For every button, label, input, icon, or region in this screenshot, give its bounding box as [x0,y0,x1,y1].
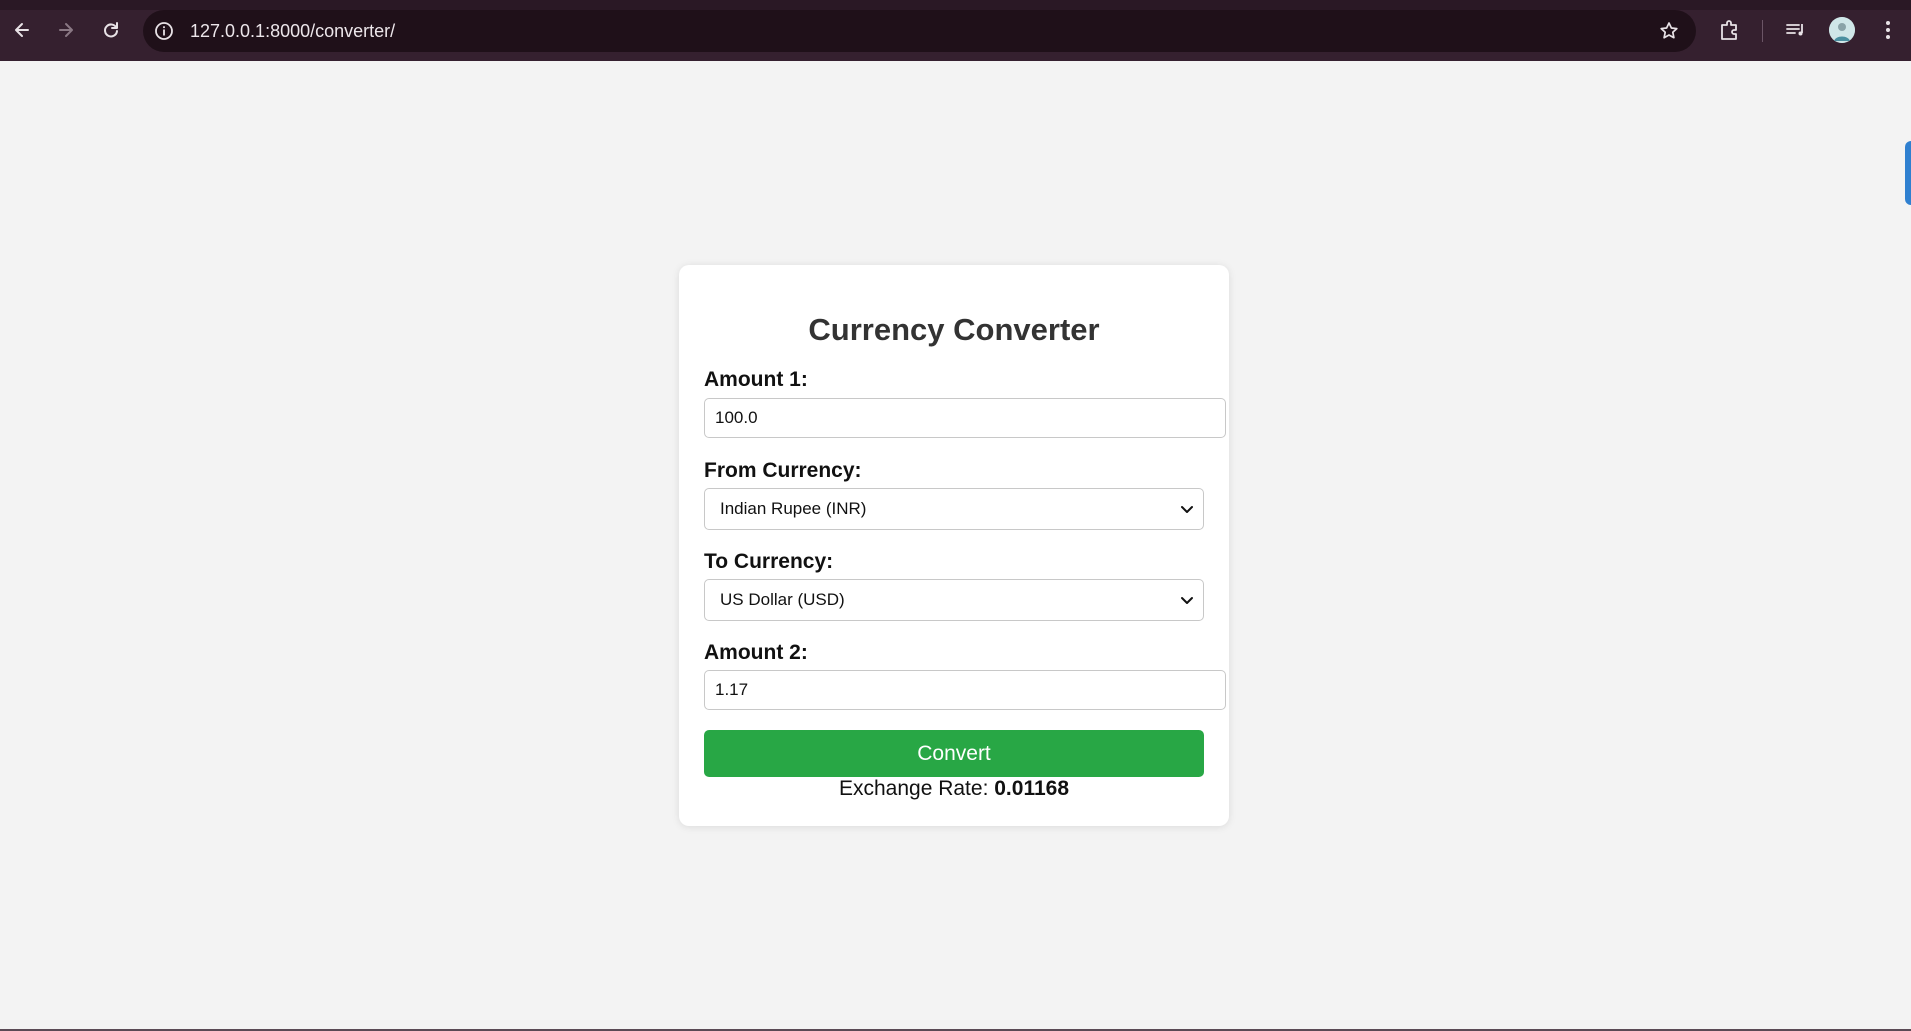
avatar[interactable] [1829,17,1855,43]
to-currency-label: To Currency: [704,550,834,573]
media-controls-icon[interactable] [1783,17,1809,43]
url-text[interactable]: 127.0.0.1:8000/converter/ [190,21,395,42]
convert-button-label: Convert [917,741,991,765]
amount1-label: Amount 1: [704,368,808,391]
amount1-value: 100.0 [715,408,758,427]
address-bar[interactable]: 127.0.0.1:8000/converter/ [143,10,1696,52]
page-title: Currency Converter [808,312,1100,347]
toolbar-divider [1762,20,1763,42]
star-icon[interactable] [1658,20,1680,42]
forward-button[interactable] [51,15,81,45]
kebab-menu-icon[interactable] [1875,17,1901,43]
from-currency-value: Indian Rupee (INR) [720,499,867,518]
forward-arrow-icon [59,23,73,37]
amount2-label: Amount 2: [704,641,808,664]
chevron-down-icon [1181,506,1193,513]
side-panel-tab[interactable] [1905,141,1911,205]
amount2-input[interactable]: 1.17 [704,670,1226,710]
browser-toolbar: 127.0.0.1:8000/converter/ [0,0,1911,61]
extensions-icon[interactable] [1717,17,1743,43]
from-currency-label: From Currency: [704,459,862,482]
info-icon[interactable] [153,20,175,42]
amount1-input[interactable]: 100.0 [704,398,1226,438]
reload-icon [104,22,118,38]
exchange-rate-label: Exchange Rate: [838,777,989,800]
from-currency-select[interactable]: Indian Rupee (INR) [704,488,1204,530]
page-body: Currency Converter Amount 1: 100.0 From … [0,61,1911,1031]
exchange-rate: Exchange Rate: 0.01168 [679,777,1229,801]
amount2-value: 1.17 [715,680,749,699]
back-arrow-icon [15,23,29,37]
to-currency-value: US Dollar (USD) [720,590,845,609]
chevron-down-icon [1181,597,1193,604]
convert-button[interactable]: Convert [704,730,1204,777]
reload-button[interactable] [96,15,126,45]
back-button[interactable] [7,15,37,45]
exchange-rate-value: 0.01168 [994,777,1070,800]
to-currency-select[interactable]: US Dollar (USD) [704,579,1204,621]
profile-picture-icon [1829,17,1855,43]
tab-strip [0,0,1911,10]
converter-card: Currency Converter Amount 1: 100.0 From … [679,265,1229,826]
